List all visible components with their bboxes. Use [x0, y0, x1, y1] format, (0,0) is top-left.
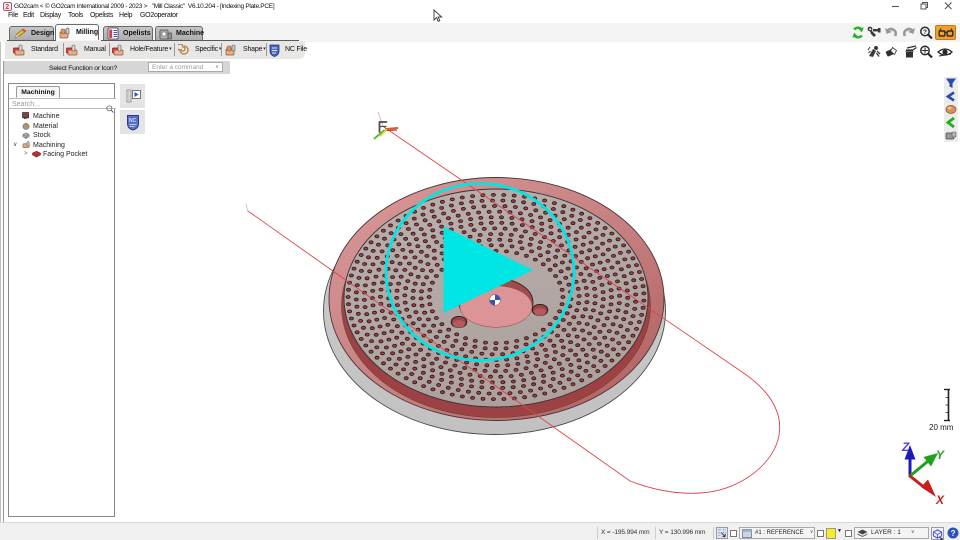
svg-text:X: X [935, 493, 945, 507]
svg-text:20 mm: 20 mm [929, 423, 954, 432]
svg-text:NC: NC [129, 118, 137, 124]
svg-text:Y: Y [936, 448, 945, 462]
svg-text:?: ? [923, 29, 927, 36]
svg-text:Z: Z [901, 440, 910, 454]
svg-text:2: 2 [5, 4, 9, 11]
svg-text:?: ? [951, 529, 956, 538]
